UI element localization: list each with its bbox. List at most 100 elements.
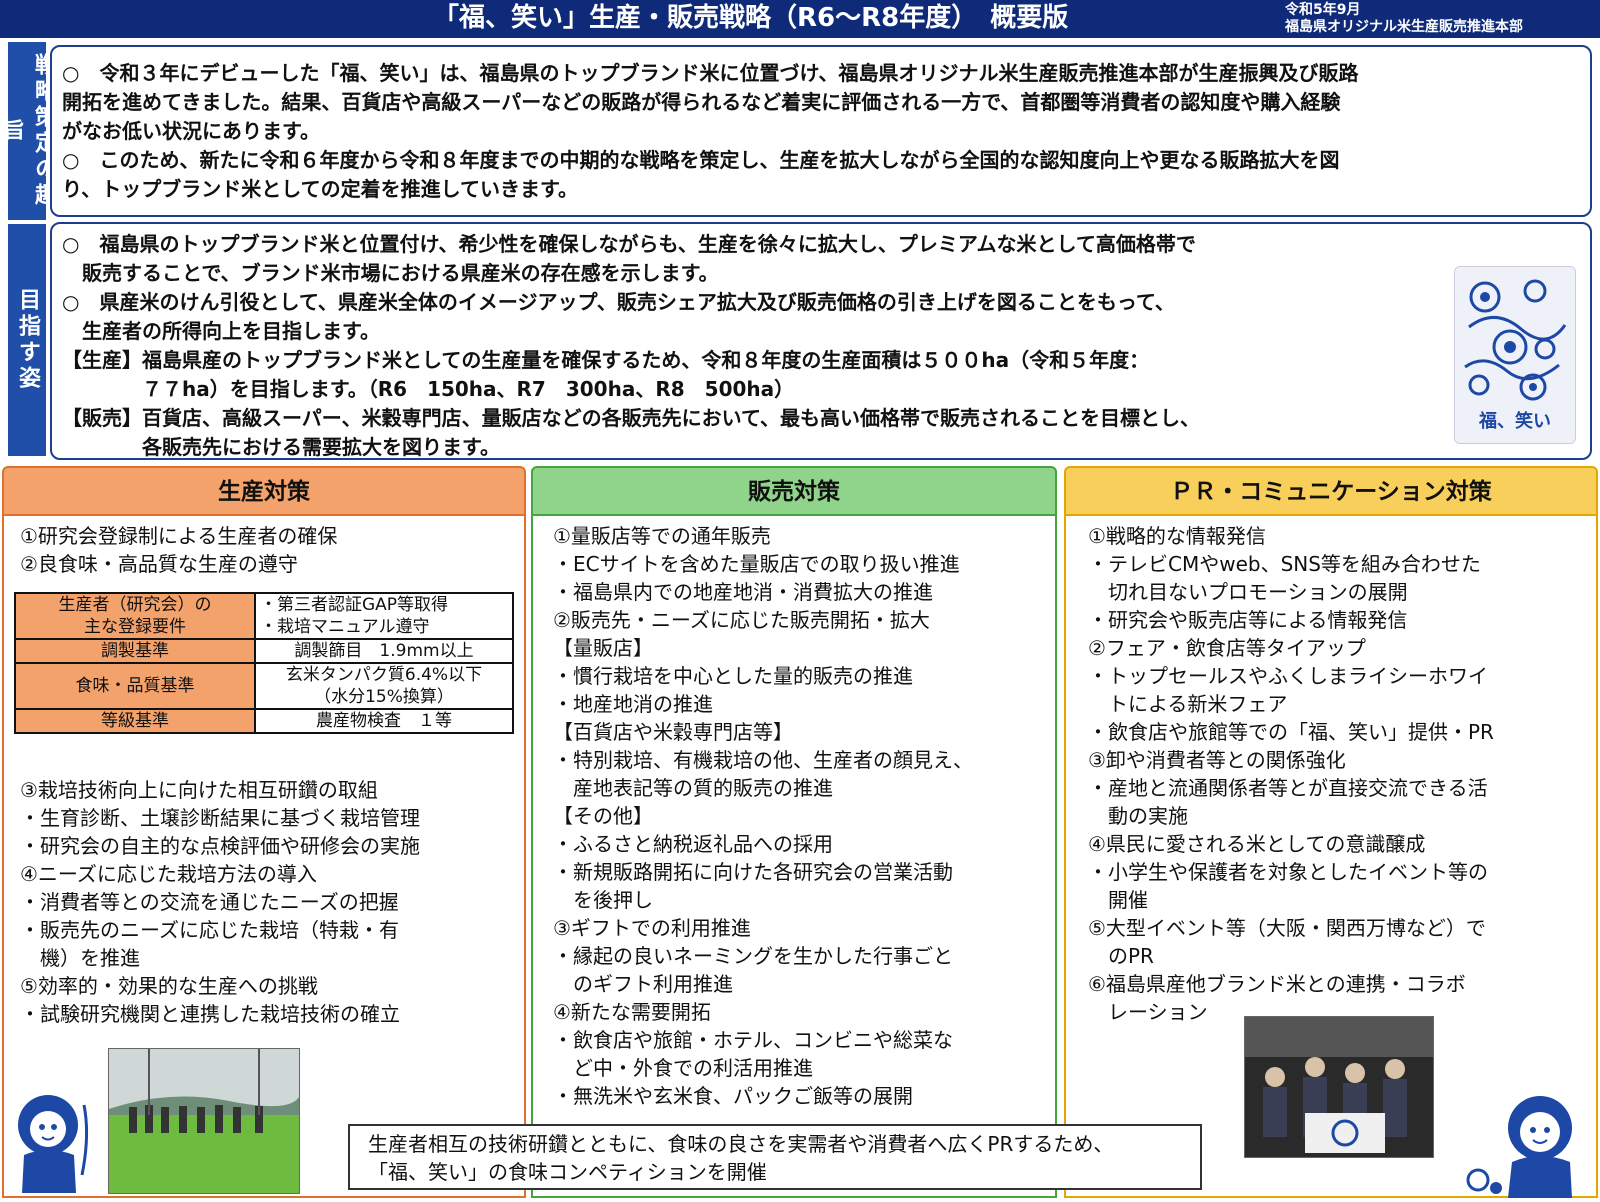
table-row: 食味・品質基準 玄米タンパク質6.4%以下 （水分15%換算） bbox=[14, 662, 514, 710]
list-item: ③栽培技術向上に向けた相互研鑽の取組 bbox=[20, 778, 378, 802]
table-row: 生産者（研究会）の 主な登録要件 ・第三者認証GAP等取得 ・栽培マニュアル遵守 bbox=[14, 592, 514, 640]
production-bottom-list: ③栽培技術向上に向けた相互研鑽の取組・生育診断、土壌診断結果に基づく栽培管理 ・研… bbox=[20, 776, 420, 1028]
list-item: 【その他】 bbox=[553, 804, 653, 828]
requirement-key: 調製基準 bbox=[14, 638, 256, 664]
field-training-photo bbox=[108, 1048, 300, 1194]
list-item: ・飲食店や旅館・ホテル、コンビニや総菜な bbox=[553, 1028, 953, 1052]
requirement-key: 食味・品質基準 bbox=[14, 662, 256, 710]
list-item: ・無洗米や玄米食、パックご飯等の展開 bbox=[553, 1084, 913, 1108]
rice-bag-label: 福、笑い bbox=[1479, 411, 1551, 432]
list-item: ・生育診断、土壌診断結果に基づく栽培管理 bbox=[20, 806, 420, 830]
table-row: 調製基準 調製篩目 1.9mm以上 bbox=[14, 638, 514, 664]
list-item: ①研究会登録制による生産者の確保 bbox=[20, 524, 338, 548]
list-item: 開催 bbox=[1088, 888, 1148, 912]
goal-text: ○ 福島県のトップブランド米と位置付け、希少性を確保しながらも、生産を徐々に拡大… bbox=[62, 230, 1200, 462]
goal-line: ○ 県産米のけん引役として、県産米全体のイメージアップ、販売シェア拡大及び販売価… bbox=[62, 290, 1175, 314]
header-date: 令和5年9月 bbox=[1285, 2, 1361, 18]
list-item: ④新たな需要開拓 bbox=[553, 1000, 711, 1024]
requirement-key: 生産者（研究会）の 主な登録要件 bbox=[14, 592, 256, 640]
list-item: 【百貨店や米穀専門店等】 bbox=[553, 720, 793, 744]
list-item: 機）を推進 bbox=[20, 946, 140, 970]
rice-bag-image: 福、笑い bbox=[1454, 266, 1576, 444]
header-org: 福島県オリジナル米生産販売推進本部 bbox=[1285, 19, 1523, 35]
purpose-label: 戦略策定の趣旨 bbox=[0, 42, 56, 220]
list-item: ①戦略的な情報発信 bbox=[1088, 524, 1266, 548]
requirement-key: 等級基準 bbox=[14, 708, 256, 734]
list-item: ・消費者等との交流を通じたニーズの把握 bbox=[20, 890, 399, 914]
table-row: 等級基準 農産物検査 １等 bbox=[14, 708, 514, 734]
list-item: ②フェア・飲食店等タイアップ bbox=[1088, 636, 1366, 660]
purpose-text: ○ 令和３年にデビューした「福、笑い」は、福島県のトップブランド米に位置づけ、福… bbox=[62, 59, 1358, 204]
list-item: ・ECサイトを含めた量販店での取り扱い推進 bbox=[553, 552, 960, 576]
goal-line: 【販売】百貨店、高級スーパー、米穀専門店、量販店などの各販売先において、最も高い… bbox=[62, 406, 1200, 430]
goal-line: ７７ha）を目指します。（R6 150ha、R7 300ha、R8 500ha） bbox=[62, 377, 795, 401]
goal-line: 各販売先における需要拡大を図ります。 bbox=[62, 435, 500, 459]
competition-note: 生産者相互の技術研鑽とともに、食味の良さを実需者や消費者へ広くPRするため、 「… bbox=[348, 1124, 1202, 1190]
goal-line: 【生産】福島県産のトップブランド米としての生産量を確保するため、令和８年度の生産… bbox=[62, 348, 1150, 372]
list-item: ・試験研究機関と連携した栽培技術の確立 bbox=[20, 1002, 400, 1026]
purpose-box: ○ 令和３年にデビューした「福、笑い」は、福島県のトップブランド米に位置づけ、福… bbox=[50, 45, 1592, 217]
pr-header: ＰＲ・コミュニケーション対策 bbox=[1064, 466, 1598, 516]
list-item: ②良食味・高品質な生産の遵守 bbox=[20, 552, 298, 576]
requirement-value: ・第三者認証GAP等取得 ・栽培マニュアル遵守 bbox=[254, 592, 514, 640]
requirement-value: 玄米タンパク質6.4%以下 （水分15%換算） bbox=[254, 662, 514, 710]
event-photo bbox=[1244, 1016, 1434, 1158]
list-item: 【量販店】 bbox=[553, 636, 653, 660]
goal-line: 生産者の所得向上を目指します。 bbox=[62, 319, 380, 343]
production-header: 生産対策 bbox=[2, 466, 526, 516]
list-item: ・特別栽培、有機栽培の他、生産者の顔見え、 bbox=[553, 748, 973, 772]
list-item: ⑥福島県産他ブランド米との連携・コラボ bbox=[1088, 972, 1466, 996]
list-item: ③卸や消費者等との関係強化 bbox=[1088, 748, 1346, 772]
mascot-left-icon bbox=[4, 1085, 100, 1197]
list-item: ・トップセールスやふくしまライシーホワイ bbox=[1088, 664, 1488, 688]
list-item: のギフト利用推進 bbox=[553, 972, 733, 996]
page-title: 「福、笑い」生産・販売戦略（R6〜R8年度） 概要版 bbox=[425, 0, 1185, 36]
list-item: ・縁起の良いネーミングを生かした行事ごと bbox=[553, 944, 953, 968]
sales-column: ①量販店等での通年販売・ECサイトを含めた量販店での取り扱い推進 ・福島県内での地… bbox=[531, 514, 1057, 1198]
note-line-1: 生産者相互の技術研鑽とともに、食味の良さを実需者や消費者へ広くPRするため、 bbox=[368, 1132, 1114, 1156]
list-item: 動の実施 bbox=[1088, 804, 1188, 828]
list-item: ・慣行栽培を中心とした量的販売の推進 bbox=[553, 664, 913, 688]
list-item: ど中・外食での利活用推進 bbox=[553, 1056, 813, 1080]
goal-line: ○ 福島県のトップブランド米と位置付け、希少性を確保しながらも、生産を徐々に拡大… bbox=[62, 232, 1196, 256]
list-item: 産地表記等の質的販売の推進 bbox=[553, 776, 833, 800]
purpose-line: 開拓を進めてきました。結果、百貨店や高級スーパーなどの販路が得られるなど着実に評… bbox=[62, 90, 1341, 114]
requirement-value: 調製篩目 1.9mm以上 bbox=[254, 638, 514, 664]
list-item: ・飲食店や旅館等での「福、笑い」提供・PR bbox=[1088, 720, 1494, 744]
purpose-line: ○ このため、新たに令和６年度から令和８年度までの中期的な戦略を策定し、生産を拡… bbox=[62, 148, 1340, 172]
list-item: ・研究会や販売店等による情報発信 bbox=[1088, 608, 1408, 632]
list-item: トによる新米フェア bbox=[1088, 692, 1288, 716]
list-item: ③ギフトでの利用推進 bbox=[553, 916, 751, 940]
list-item: ・小学生や保護者を対象としたイベント等の bbox=[1088, 860, 1488, 884]
note-line-2: 「福、笑い」の食味コンペティションを開催 bbox=[368, 1160, 767, 1184]
list-item: を後押し bbox=[553, 888, 653, 912]
sales-list: ①量販店等での通年販売・ECサイトを含めた量販店での取り扱い推進 ・福島県内での地… bbox=[553, 522, 973, 1110]
production-requirements-table: 生産者（研究会）の 主な登録要件 ・第三者認証GAP等取得 ・栽培マニュアル遵守調… bbox=[14, 592, 514, 734]
goal-line: 販売することで、ブランド米市場における県産米の存在感を示します。 bbox=[62, 261, 719, 285]
list-item: ④ニーズに応じた栽培方法の導入 bbox=[20, 862, 317, 886]
sales-header: 販売対策 bbox=[531, 466, 1057, 516]
list-item: ⑤大型イベント等（大阪・関西万博など）で bbox=[1088, 916, 1486, 940]
requirement-value: 農産物検査 １等 bbox=[254, 708, 514, 734]
list-item: ①量販店等での通年販売 bbox=[553, 524, 771, 548]
purpose-line: ○ 令和３年にデビューした「福、笑い」は、福島県のトップブランド米に位置づけ、福… bbox=[62, 61, 1359, 85]
list-item: ・ふるさと納税返礼品への採用 bbox=[553, 832, 833, 856]
list-item: ②販売先・ニーズに応じた販売開拓・拡大 bbox=[553, 608, 930, 632]
goal-box: ○ 福島県のトップブランド米と位置付け、希少性を確保しながらも、生産を徐々に拡大… bbox=[50, 222, 1592, 460]
list-item: ・販売先のニーズに応じた栽培（特栽・有 bbox=[20, 918, 399, 942]
list-item: ④県民に愛される米としての意識醸成 bbox=[1088, 832, 1426, 856]
list-item: ・新規販路開拓に向けた各研究会の営業活動 bbox=[553, 860, 953, 884]
production-top-list: ①研究会登録制による生産者の確保 ②良食味・高品質な生産の遵守 bbox=[20, 522, 337, 578]
pr-list: ①戦略的な情報発信・テレビCMやweb、SNS等を組み合わせた 切れ目ないプロモ… bbox=[1088, 522, 1494, 1026]
purpose-line: がなお低い状況にあります。 bbox=[62, 119, 320, 143]
list-item: 切れ目ないプロモーションの展開 bbox=[1088, 580, 1408, 604]
list-item: のPR bbox=[1088, 944, 1154, 968]
mascot-right-icon bbox=[1456, 1084, 1596, 1198]
list-item: ・テレビCMやweb、SNS等を組み合わせた bbox=[1088, 552, 1481, 576]
purpose-line: り、トップブランド米としての定着を推進していきます。 bbox=[62, 177, 578, 201]
list-item: ⑤効率的・効果的な生産への挑戦 bbox=[20, 974, 318, 998]
list-item: ・福島県内での地産地消・消費拡大の推進 bbox=[553, 580, 933, 604]
goal-label: 目指す姿 bbox=[8, 224, 46, 456]
list-item: ・地産地消の推進 bbox=[553, 692, 713, 716]
list-item: ・研究会の自主的な点検評価や研修会の実施 bbox=[20, 834, 420, 858]
